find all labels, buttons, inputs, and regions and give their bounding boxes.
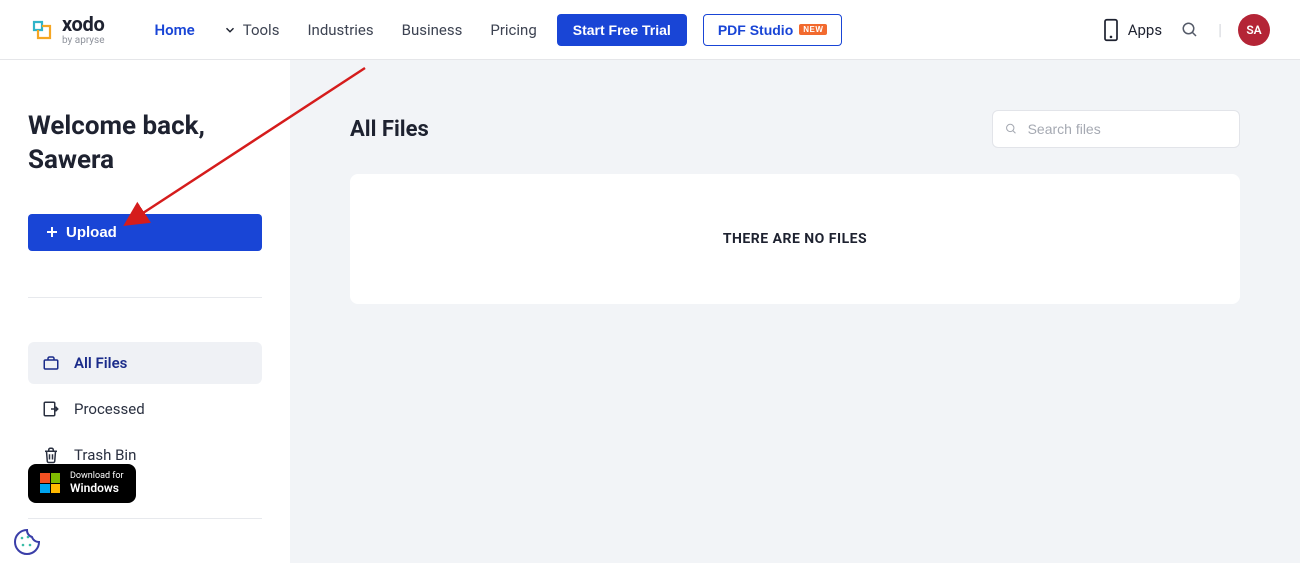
briefcase-icon [42, 354, 60, 372]
new-badge: NEW [799, 24, 827, 35]
search-icon [1181, 21, 1199, 39]
sidebar-label-all-files: All Files [74, 354, 127, 372]
search-files-input[interactable] [1028, 121, 1227, 137]
user-avatar[interactable]: SA [1238, 14, 1270, 46]
chevron-down-icon [223, 23, 237, 37]
welcome-block: Welcome back, Sawera [28, 110, 262, 178]
apps-link[interactable]: Apps [1102, 18, 1162, 42]
sidebar-item-all-files[interactable]: All Files [28, 342, 262, 384]
upload-button[interactable]: Upload [28, 214, 262, 251]
upload-label: Upload [66, 224, 117, 241]
main-nav: Home Tools Industries Business Pricing [155, 21, 537, 39]
sidebar-bottom-divider [28, 518, 262, 519]
sidebar-nav: All Files Processed Trash Bin [28, 342, 262, 476]
brand-name: xodo [62, 14, 105, 34]
plus-icon [46, 226, 58, 238]
sidebar-label-trash: Trash Bin [74, 446, 136, 464]
cookie-settings-button[interactable] [12, 527, 42, 557]
header-actions: Apps | SA [1102, 14, 1270, 46]
files-card: THERE ARE NO FILES [350, 174, 1240, 304]
brand-sub: by apryse [62, 36, 105, 46]
welcome-line1: Welcome back, [28, 110, 262, 144]
nav-business[interactable]: Business [402, 21, 463, 39]
top-header: xodo by apryse Home Tools Industries Bus… [0, 0, 1300, 60]
main-header: All Files [350, 110, 1240, 148]
header-divider: | [1218, 20, 1222, 39]
sidebar-divider [28, 297, 262, 298]
pdf-studio-button[interactable]: PDF Studio NEW [703, 14, 843, 46]
welcome-line2: Sawera [28, 144, 262, 178]
nav-tools[interactable]: Tools [223, 21, 280, 39]
nav-pricing[interactable]: Pricing [490, 21, 536, 39]
main-content: All Files THERE ARE NO FILES [290, 60, 1300, 563]
sidebar-item-processed[interactable]: Processed [28, 388, 262, 430]
nav-cta-group: Start Free Trial PDF Studio NEW [557, 14, 843, 46]
search-files-wrap[interactable] [992, 110, 1240, 148]
empty-state-message: THERE ARE NO FILES [723, 231, 867, 247]
download-windows-button[interactable]: Download for Windows [28, 464, 136, 503]
trash-icon [42, 446, 60, 464]
search-icon [1005, 122, 1018, 136]
export-icon [42, 400, 60, 418]
apps-label: Apps [1128, 21, 1162, 39]
windows-logo-icon [40, 473, 60, 493]
brand-logo[interactable]: xodo by apryse [30, 14, 105, 46]
nav-tools-label: Tools [243, 21, 280, 39]
download-big: Windows [70, 482, 124, 495]
sidebar-label-processed: Processed [74, 400, 145, 418]
start-free-trial-button[interactable]: Start Free Trial [557, 14, 687, 46]
pdf-studio-label: PDF Studio [718, 22, 793, 38]
sidebar: Welcome back, Sawera Upload All Files Pr… [0, 60, 290, 563]
phone-icon [1102, 18, 1120, 42]
nav-home[interactable]: Home [155, 21, 195, 39]
xodo-logo-icon [30, 18, 54, 42]
header-search-button[interactable] [1178, 18, 1202, 42]
nav-industries[interactable]: Industries [307, 21, 373, 39]
brand-text: xodo by apryse [62, 14, 105, 46]
page-title: All Files [350, 117, 429, 142]
